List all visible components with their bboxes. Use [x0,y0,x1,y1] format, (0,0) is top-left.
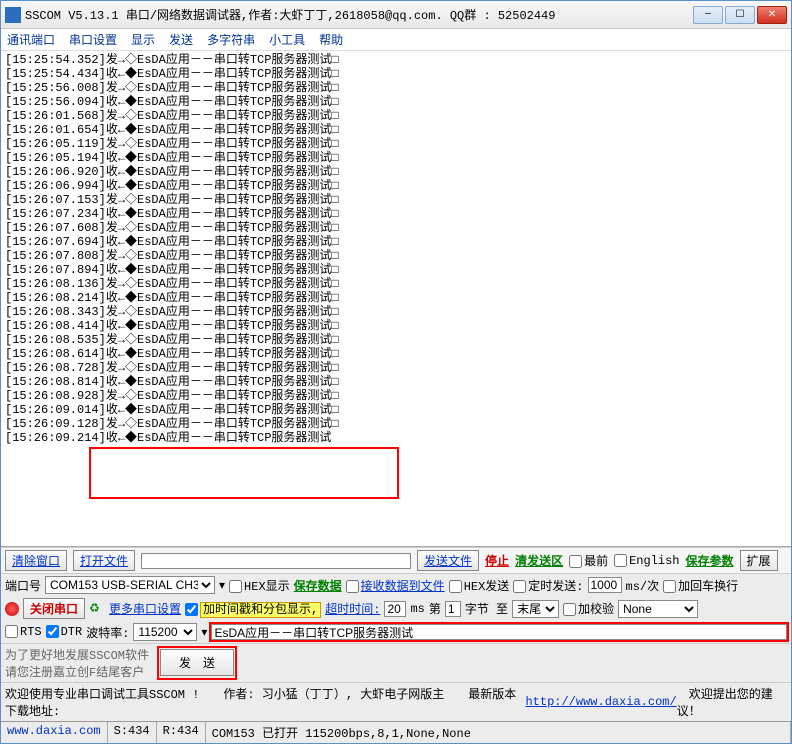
ms-label: ms [410,602,424,616]
endpos-select[interactable]: 末尾 [512,600,559,618]
app-icon [5,7,21,23]
app-window: SSCOM V5.13.1 串口/网络数据调试器,作者:大虾丁丁,2618058… [0,0,792,744]
welcome-text2: 欢迎提出您的建议！ [677,685,787,719]
menu-display[interactable]: 显示 [131,31,155,48]
send-button[interactable]: 发 送 [160,649,234,676]
baud-label: 波特率: [86,624,129,641]
menu-serial-settings[interactable]: 串口设置 [69,31,117,48]
dtr-checkbox[interactable]: DTR [46,625,83,639]
clear-send-button[interactable]: 清发送区 [515,552,563,569]
timeout-input[interactable] [384,601,406,617]
close-button[interactable]: ✕ [757,6,787,24]
highlight-box [89,447,399,499]
port-status-icon [5,602,19,616]
expand-button[interactable]: 扩展 [740,550,778,571]
timed-send-checkbox[interactable]: 定时发送: [513,577,583,594]
close-port-button[interactable]: 关闭串口 [23,598,85,619]
menu-multistring[interactable]: 多字符串 [207,31,255,48]
stop-button[interactable]: 停止 [485,552,509,569]
status-site[interactable]: www.daxia.com [1,722,108,743]
byte-unit-label: 字节 至 [465,600,508,617]
save-data-button[interactable]: 保存数据 [294,577,342,594]
footer-note2: 请您注册嘉立创F结尾客户 [5,663,149,680]
add-check-checkbox[interactable]: 加校验 [563,600,614,617]
more-port-settings[interactable]: 更多串口设置 [109,600,181,617]
rts-checkbox[interactable]: RTS [5,625,42,639]
interval-unit: ms/次 [626,577,660,594]
timestamp-checkbox[interactable]: 加时间戳和分包显示, [185,600,321,617]
baud-select[interactable]: 115200 [133,623,197,641]
welcome-text: 欢迎使用专业串口调试工具SSCOM ! 作者: 习小猛（丁丁）, 大虾电子网版主… [5,685,525,719]
footer-note1: 为了更好地发展SSCOM软件 [5,646,149,663]
maximize-button[interactable]: ☐ [725,6,755,24]
site-link[interactable]: http://www.daxia.com/ [525,695,676,709]
send-file-button[interactable]: 发送文件 [417,550,479,571]
window-title: SSCOM V5.13.1 串口/网络数据调试器,作者:大虾丁丁,2618058… [25,6,693,23]
status-sent: S:434 [108,722,157,743]
interval-input[interactable] [588,577,622,593]
status-recv: R:434 [157,722,206,743]
timeout-label: 超时时间: [325,600,380,617]
port-label: 端口号 [5,577,41,594]
menubar: 通讯端口 串口设置 显示 发送 多字符串 小工具 帮助 [1,29,791,51]
topmost-checkbox[interactable]: 最前 [569,552,608,569]
nth-label: 第 [429,600,441,617]
english-checkbox[interactable]: English [614,554,679,568]
checktype-select[interactable]: None [618,600,698,618]
menu-tools[interactable]: 小工具 [269,31,305,48]
clear-window-button[interactable]: 清除窗口 [5,550,67,571]
byte-num-input[interactable] [445,601,461,617]
menu-port[interactable]: 通讯端口 [7,31,55,48]
menu-send[interactable]: 发送 [169,31,193,48]
menu-help[interactable]: 帮助 [319,31,343,48]
open-file-button[interactable]: 打开文件 [73,550,135,571]
statusbar: www.daxia.com S:434 R:434 COM153 已打开 115… [1,721,791,743]
file-path-input[interactable] [141,553,411,569]
recv-to-file-checkbox[interactable]: 接收数据到文件 [346,577,445,594]
hex-send-checkbox[interactable]: HEX发送 [449,577,510,594]
add-crlf-checkbox[interactable]: 加回车换行 [663,577,738,594]
send-text-input[interactable] [211,624,787,640]
hex-display-checkbox[interactable]: HEX显示 [229,577,290,594]
log-area[interactable]: [15:25:54.352]发→◇EsDA应用－－串口转TCP服务器测试□[15… [1,51,791,546]
minimize-button[interactable]: — [693,6,723,24]
status-info: COM153 已打开 115200bps,8,1,None,None [206,722,791,743]
port-select[interactable]: COM153 USB-SERIAL CH340 [45,576,215,594]
refresh-icon[interactable]: ♻ [89,601,105,617]
save-params-button[interactable]: 保存参数 [686,552,734,569]
titlebar[interactable]: SSCOM V5.13.1 串口/网络数据调试器,作者:大虾丁丁,2618058… [1,1,791,29]
